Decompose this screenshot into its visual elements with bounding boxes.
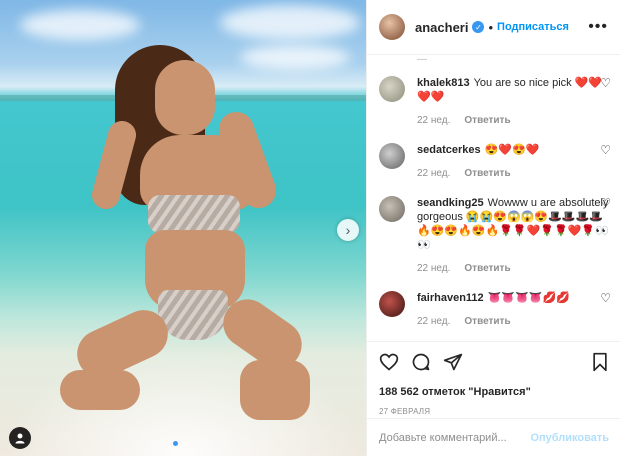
tagged-users-button[interactable] bbox=[9, 427, 31, 449]
post-actions: 188 562 отметок "Нравится" 27 ФЕВРАЛЯ bbox=[367, 341, 620, 416]
comment-bubble-icon[interactable] bbox=[411, 352, 431, 372]
commenter-avatar[interactable] bbox=[379, 291, 405, 317]
comments-list[interactable]: — khalek813 You are so nice pick ❤️❤️❤️❤️… bbox=[367, 56, 620, 340]
carousel-next-button[interactable]: › bbox=[337, 219, 359, 241]
commenter-username[interactable]: seandking25 bbox=[417, 197, 484, 209]
comment-text: 😍❤️😍❤️ bbox=[484, 144, 540, 156]
cloud bbox=[20, 10, 140, 40]
commenter-avatar[interactable] bbox=[379, 76, 405, 102]
separator-dot: • bbox=[488, 19, 494, 35]
comment-time[interactable]: 22 нед. bbox=[417, 115, 450, 126]
comment-input[interactable] bbox=[379, 431, 531, 444]
like-comment-heart-icon[interactable]: ♡ bbox=[600, 291, 611, 305]
publish-button[interactable]: Опубликовать bbox=[530, 432, 609, 444]
comment-item: sedatcerkes 😍❤️😍❤️ 22 нед. Ответить ♡ bbox=[379, 143, 611, 181]
like-heart-icon[interactable] bbox=[379, 352, 399, 372]
post-header: anacheri ✓ • Подписаться ••• bbox=[367, 0, 620, 55]
commenter-username[interactable]: fairhaven112 bbox=[417, 292, 484, 304]
follow-button[interactable]: Подписаться bbox=[497, 21, 569, 33]
user-icon bbox=[15, 433, 25, 444]
model-figure bbox=[60, 40, 312, 440]
add-comment-bar: Опубликовать bbox=[367, 418, 620, 456]
likes-count[interactable]: 188 562 отметок "Нравится" bbox=[379, 386, 609, 398]
commenter-avatar[interactable] bbox=[379, 143, 405, 169]
author-avatar[interactable] bbox=[379, 14, 405, 40]
carousel-dot bbox=[182, 441, 187, 446]
comment-time[interactable]: 22 нед. bbox=[417, 316, 450, 327]
cut-off-comment-meta: — bbox=[417, 56, 427, 65]
like-comment-heart-icon[interactable]: ♡ bbox=[600, 196, 611, 210]
like-comment-heart-icon[interactable]: ♡ bbox=[600, 143, 611, 157]
comment-item: khalek813 You are so nice pick ❤️❤️❤️❤️ 2… bbox=[379, 76, 611, 128]
more-options-icon[interactable]: ••• bbox=[588, 18, 608, 36]
comment-item: fairhaven112 👅👅👅👅💋💋 22 нед. Ответить ♡ bbox=[379, 291, 611, 329]
commenter-username[interactable]: khalek813 bbox=[417, 77, 470, 89]
verified-badge-icon: ✓ bbox=[472, 21, 485, 33]
comment-time[interactable]: 22 нед. bbox=[417, 168, 450, 179]
reply-button[interactable]: Ответить bbox=[464, 263, 510, 274]
cloud bbox=[220, 5, 360, 40]
comment-time[interactable]: 22 нед. bbox=[417, 263, 450, 274]
action-icons-row bbox=[379, 350, 609, 374]
post-sidebar: anacheri ✓ • Подписаться ••• — khalek813… bbox=[366, 0, 620, 456]
like-comment-heart-icon[interactable]: ♡ bbox=[600, 76, 611, 90]
commenter-avatar[interactable] bbox=[379, 196, 405, 222]
reply-button[interactable]: Ответить bbox=[464, 316, 510, 327]
author-username[interactable]: anacheri bbox=[415, 20, 468, 35]
carousel-dot bbox=[173, 441, 178, 446]
post-photo[interactable]: › bbox=[0, 0, 366, 456]
comment-text: 👅👅👅👅💋💋 bbox=[487, 292, 570, 304]
share-paper-plane-icon[interactable] bbox=[443, 352, 463, 372]
commenter-username[interactable]: sedatcerkes bbox=[417, 144, 481, 156]
carousel-indicator bbox=[173, 441, 187, 446]
save-bookmark-icon[interactable] bbox=[591, 352, 609, 372]
reply-button[interactable]: Ответить bbox=[464, 168, 510, 179]
post-date: 27 ФЕВРАЛЯ bbox=[379, 407, 431, 416]
reply-button[interactable]: Ответить bbox=[464, 115, 510, 126]
comment-item: seandking25 Wowww u are absolutely gorgeo… bbox=[379, 196, 611, 276]
